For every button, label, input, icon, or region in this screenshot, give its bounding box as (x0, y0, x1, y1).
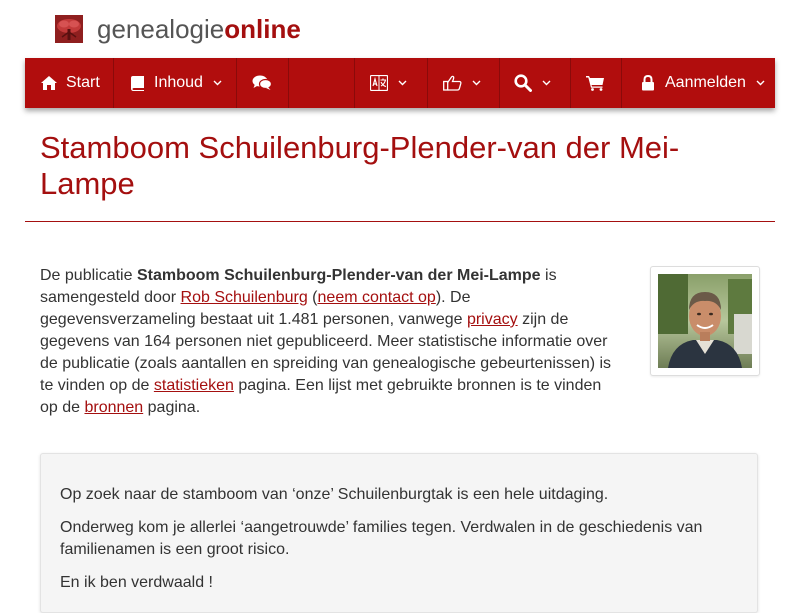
description-paragraph: Op zoek naar de stamboom van ‘onze’ Schu… (60, 486, 609, 503)
site-logo[interactable]: genealogieonline (55, 14, 301, 44)
comments-icon (252, 75, 272, 90)
nav-shop[interactable] (570, 58, 622, 108)
site-name-part1: genealogie (97, 14, 225, 44)
nav-start[interactable]: Start (25, 58, 114, 108)
main-navigation: Start Inhoud Aanmelden (25, 58, 775, 108)
nav-search[interactable] (499, 58, 570, 108)
intro-text-7: pagina. (143, 399, 201, 416)
lock-icon (642, 75, 654, 91)
language-icon (370, 75, 388, 91)
description-paragraph: Onderweg kom je allerlei ‘aangetrouwde’ … (60, 519, 703, 558)
title-divider (25, 221, 775, 222)
intro-text-1: De publicatie (40, 267, 137, 284)
chevron-down-icon (756, 80, 765, 86)
tree-icon (55, 15, 83, 43)
chevron-down-icon (542, 80, 551, 86)
statistics-link[interactable]: statistieken (154, 377, 234, 394)
author-link[interactable]: Rob Schuilenburg (181, 289, 308, 306)
chevron-down-icon (398, 80, 407, 86)
intro-text-3: ( (307, 289, 318, 306)
nav-aanmelden[interactable]: Aanmelden (639, 58, 775, 108)
search-icon (514, 74, 532, 92)
sources-link[interactable]: bronnen (84, 399, 143, 416)
nav-start-label: Start (66, 74, 100, 91)
nav-language[interactable] (354, 58, 427, 108)
thumbs-up-icon (443, 75, 462, 91)
nav-aanmelden-label: Aanmelden (665, 74, 746, 91)
author-avatar (658, 274, 752, 368)
publication-intro: De publicatie Stamboom Schuilenburg-Plen… (40, 265, 620, 419)
nav-forum[interactable] (237, 58, 289, 108)
publication-name: Stamboom Schuilenburg-Plender-van der Me… (136, 267, 541, 284)
author-photo[interactable] (650, 266, 760, 376)
contact-link[interactable]: neem contact op (318, 289, 436, 306)
home-icon (41, 76, 57, 90)
chevron-down-icon (213, 80, 222, 86)
nav-inhoud[interactable]: Inhoud (114, 58, 237, 108)
page-title: Stamboom Schuilenburg-Plender-van der Me… (40, 130, 680, 201)
site-name: genealogieonline (97, 14, 301, 44)
publication-description: Op zoek naar de stamboom van ‘onze’ Schu… (40, 453, 758, 613)
nav-inhoud-label: Inhoud (154, 74, 203, 91)
chevron-down-icon (472, 80, 481, 86)
shopping-cart-icon (586, 76, 604, 91)
description-paragraph: En ik ben verdwaald ! (60, 574, 213, 591)
privacy-link[interactable]: privacy (467, 311, 518, 328)
nav-social[interactable] (427, 58, 499, 108)
book-icon (131, 76, 144, 91)
site-name-part2: online (224, 14, 301, 44)
